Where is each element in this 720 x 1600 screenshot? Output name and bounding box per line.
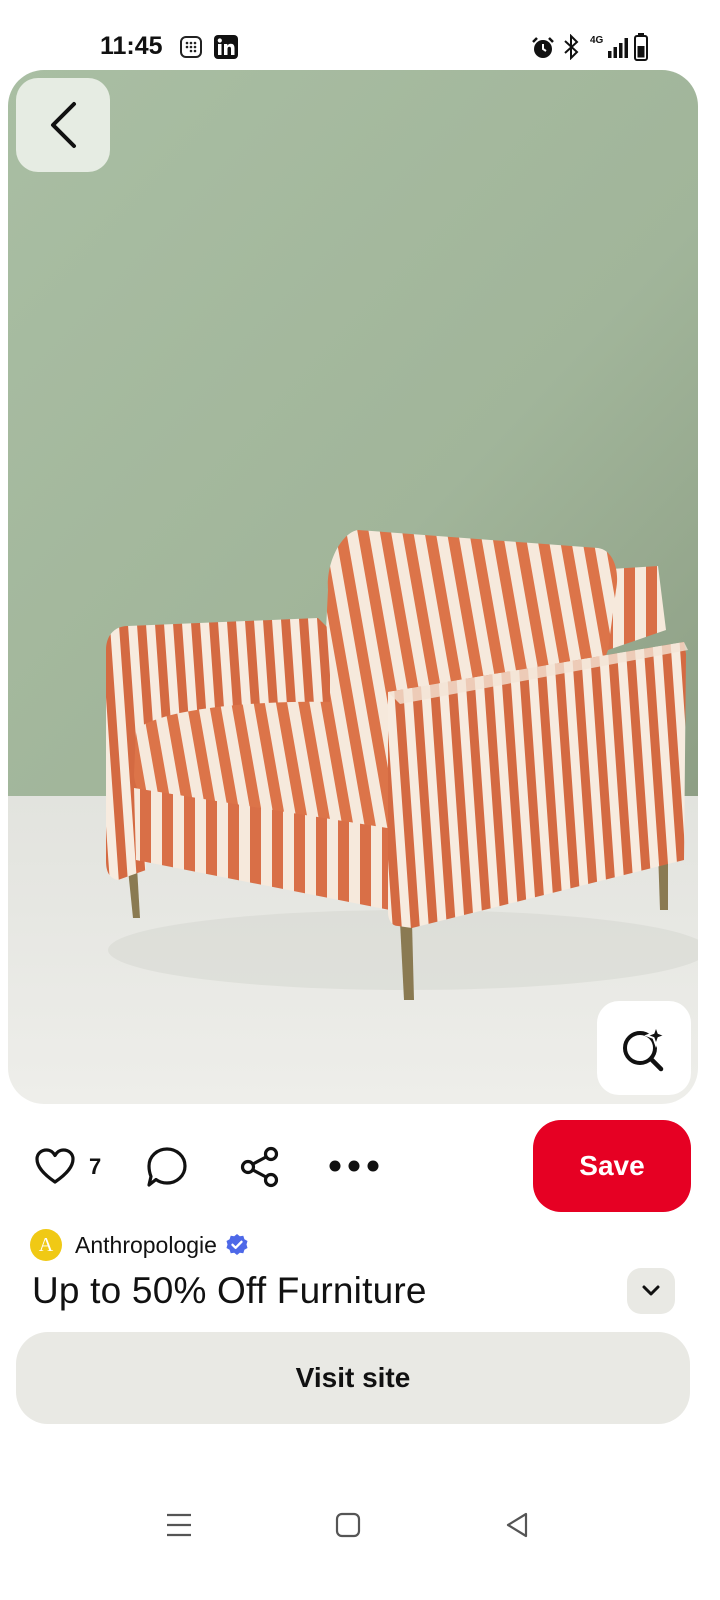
heart-icon <box>35 1148 75 1184</box>
alarm-icon <box>531 36 555 65</box>
status-time: 11:45 <box>100 32 163 60</box>
visual-search-button[interactable] <box>597 1001 691 1095</box>
back-triangle-icon <box>506 1512 528 1538</box>
back-button[interactable] <box>16 78 110 172</box>
creator-name[interactable]: Anthropologie <box>75 1232 217 1259</box>
network-label: 4G <box>590 35 604 46</box>
comment-button[interactable] <box>142 1142 192 1192</box>
system-nav-bar <box>0 1490 720 1560</box>
like-button[interactable] <box>30 1142 80 1190</box>
home-button[interactable] <box>323 1500 373 1550</box>
save-button[interactable]: Save <box>533 1120 691 1212</box>
menu-icon <box>167 1513 191 1537</box>
home-square-icon <box>335 1512 361 1538</box>
chevron-down-icon <box>642 1285 660 1296</box>
battery-icon <box>634 33 648 66</box>
grid-notification-icon <box>180 36 202 63</box>
ellipsis-icon <box>329 1160 379 1172</box>
bluetooth-icon <box>563 33 579 65</box>
system-back-button[interactable] <box>492 1500 542 1550</box>
linkedin-icon <box>214 35 238 64</box>
share-icon <box>240 1146 279 1188</box>
visit-site-button[interactable]: Visit site <box>16 1332 690 1424</box>
like-count: 7 <box>89 1154 102 1179</box>
verified-badge-icon <box>225 1233 249 1257</box>
pin-image[interactable] <box>8 70 698 1104</box>
share-button[interactable] <box>236 1142 284 1192</box>
visual-search-icon <box>623 1023 668 1072</box>
comment-icon <box>147 1147 187 1187</box>
armchair-illustration <box>8 70 698 1104</box>
pin-title: Up to 50% Off Furniture <box>32 1270 427 1311</box>
status-bar: 11:45 4G <box>0 0 720 70</box>
expand-details-button[interactable] <box>627 1268 675 1314</box>
more-options-button[interactable] <box>326 1150 382 1182</box>
chevron-left-icon <box>51 102 76 148</box>
creator-row[interactable]: A Anthropologie <box>30 1228 249 1262</box>
avatar[interactable]: A <box>30 1229 62 1261</box>
signal-icon: 4G <box>588 34 630 65</box>
menu-button[interactable] <box>154 1500 204 1550</box>
